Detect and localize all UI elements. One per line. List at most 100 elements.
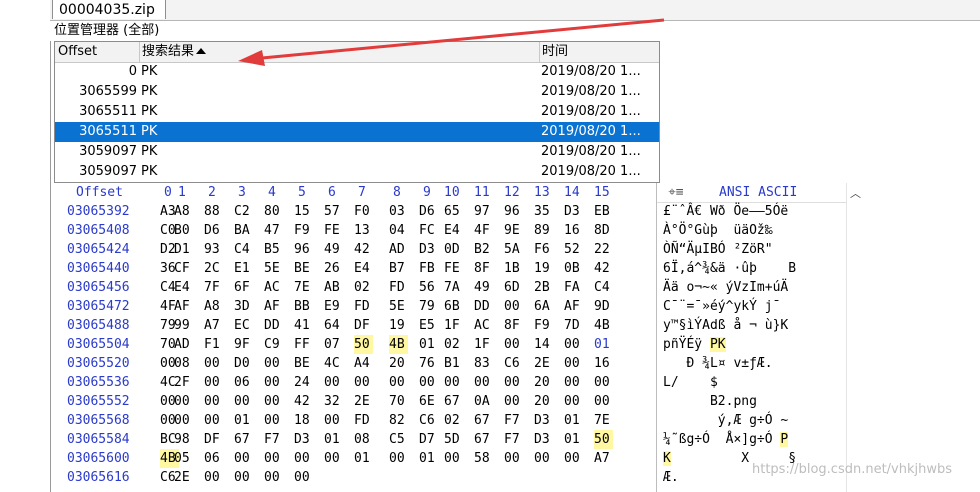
hex-byte[interactable]: F1 (204, 335, 223, 354)
hex-byte[interactable]: 00 (204, 468, 223, 487)
hex-byte[interactable]: 4C (324, 354, 343, 373)
hex-byte[interactable]: 01 (594, 335, 613, 354)
hex-byte[interactable]: FE (444, 259, 463, 278)
hex-byte[interactable]: 13 (354, 221, 373, 240)
hex-byte[interactable]: A7 (594, 449, 613, 468)
hex-byte[interactable]: 3D (234, 297, 253, 316)
hex-byte[interactable]: C6 (419, 411, 438, 430)
tab-file[interactable]: 00004035.zip (52, 0, 166, 19)
hex-byte[interactable]: 2B (534, 278, 553, 297)
hex-byte[interactable]: AF (564, 297, 583, 316)
hex-byte[interactable]: 64 (324, 316, 343, 335)
hex-byte[interactable]: 01 (564, 430, 583, 449)
hex-byte[interactable]: FC (419, 221, 438, 240)
hex-byte[interactable]: AD (174, 335, 193, 354)
hex-byte[interactable]: BE (294, 259, 313, 278)
hex-byte[interactable]: B2 (474, 240, 493, 259)
hex-byte[interactable]: 19 (389, 316, 408, 335)
hex-byte[interactable]: C6 (504, 354, 523, 373)
hex-byte[interactable]: FD (354, 411, 373, 430)
hex-byte[interactable]: 6D (504, 278, 523, 297)
hex-byte[interactable]: 00 (564, 373, 583, 392)
hex-byte[interactable]: 00 (174, 411, 193, 430)
hex-byte[interactable]: 18 (294, 411, 313, 430)
hex-byte[interactable]: DF (204, 430, 223, 449)
hex-byte[interactable]: 08 (354, 430, 373, 449)
hex-byte[interactable]: 97 (474, 202, 493, 221)
hex-byte[interactable]: B1 (444, 354, 463, 373)
hex-byte[interactable]: 00 (324, 449, 343, 468)
hex-byte[interactable]: E9 (324, 297, 343, 316)
hex-byte[interactable]: 8F (504, 316, 523, 335)
hex-byte[interactable]: 5D (444, 430, 463, 449)
hex-byte[interactable]: 00 (504, 335, 523, 354)
hex-byte[interactable]: 06 (234, 373, 253, 392)
table-row[interactable]: 3065511 PK 2019/08/20 1... (55, 102, 659, 122)
hex-byte[interactable]: D6 (204, 221, 223, 240)
hex-byte[interactable]: F7 (504, 411, 523, 430)
hex-byte[interactable]: AF (174, 297, 193, 316)
hex-byte[interactable]: FA (564, 278, 583, 297)
hex-byte[interactable]: C2 (234, 202, 253, 221)
hex-byte[interactable]: 15 (294, 202, 313, 221)
table-row[interactable]: 3065599 PK 2019/08/20 1... (55, 82, 659, 102)
hex-byte[interactable]: 00 (204, 373, 223, 392)
hex-byte[interactable]: 42 (354, 240, 373, 259)
hex-byte[interactable]: 89 (534, 221, 553, 240)
hex-byte[interactable]: 1B (504, 259, 523, 278)
hex-byte[interactable]: 4B (389, 335, 408, 354)
hex-byte[interactable]: 19 (534, 259, 553, 278)
hex-byte[interactable]: 67 (234, 430, 253, 449)
hex-byte[interactable]: 00 (264, 411, 283, 430)
hex-byte[interactable]: 00 (594, 392, 613, 411)
hex-byte[interactable]: 99 (174, 316, 193, 335)
hex-byte[interactable]: C5 (389, 430, 408, 449)
hex-byte[interactable]: 7D (564, 316, 583, 335)
hex-byte[interactable]: 0A (474, 392, 493, 411)
hex-byte[interactable]: 00 (354, 373, 373, 392)
hex-byte[interactable]: 00 (419, 373, 438, 392)
hex-byte[interactable]: AB (324, 278, 343, 297)
hex-byte[interactable]: 16 (594, 354, 613, 373)
hex-byte[interactable]: 00 (324, 373, 343, 392)
hex-byte[interactable]: D0 (234, 354, 253, 373)
hex-byte[interactable]: C9 (264, 335, 283, 354)
hex-byte[interactable]: 5E (389, 297, 408, 316)
hex-byte[interactable]: 08 (174, 354, 193, 373)
hex-byte[interactable]: 0D (444, 240, 463, 259)
hex-byte[interactable]: 00 (534, 449, 553, 468)
hex-byte[interactable]: 6B (444, 297, 463, 316)
hex-byte[interactable]: 00 (594, 373, 613, 392)
hex-byte[interactable]: 50 (594, 430, 613, 449)
hex-byte[interactable]: 5A (504, 240, 523, 259)
hex-byte[interactable]: E4 (354, 259, 373, 278)
hex-byte[interactable]: A7 (204, 316, 223, 335)
hex-byte[interactable]: DD (474, 297, 493, 316)
hex-byte[interactable]: 4F (474, 221, 493, 240)
hex-byte[interactable]: 00 (174, 392, 193, 411)
hex-byte[interactable]: 7F (204, 278, 223, 297)
hex-byte[interactable]: 67 (444, 392, 463, 411)
hex-byte[interactable]: E4 (174, 278, 193, 297)
hex-byte[interactable]: 65 (444, 202, 463, 221)
hex-byte[interactable]: AF (264, 297, 283, 316)
hex-byte[interactable]: 8D (594, 221, 613, 240)
column-header-result[interactable]: 搜索结果 (140, 42, 540, 62)
hex-byte[interactable]: 20 (389, 354, 408, 373)
hex-byte[interactable]: C4 (594, 278, 613, 297)
hex-byte[interactable]: F7 (504, 430, 523, 449)
hex-byte[interactable]: B5 (264, 240, 283, 259)
hex-byte[interactable]: 42 (294, 392, 313, 411)
hex-byte[interactable]: 01 (324, 430, 343, 449)
hex-byte[interactable]: F7 (264, 430, 283, 449)
hex-byte[interactable]: 14 (534, 335, 553, 354)
hex-byte[interactable]: 32 (324, 392, 343, 411)
hex-byte[interactable]: 9D (594, 297, 613, 316)
hex-byte[interactable]: 00 (294, 468, 313, 487)
hex-byte[interactable]: 00 (474, 373, 493, 392)
hex-byte[interactable]: 16 (564, 221, 583, 240)
hex-byte[interactable]: 20 (534, 373, 553, 392)
hex-byte[interactable]: 8F (474, 259, 493, 278)
hex-byte[interactable]: F9 (294, 221, 313, 240)
hex-byte[interactable]: 2E (354, 392, 373, 411)
